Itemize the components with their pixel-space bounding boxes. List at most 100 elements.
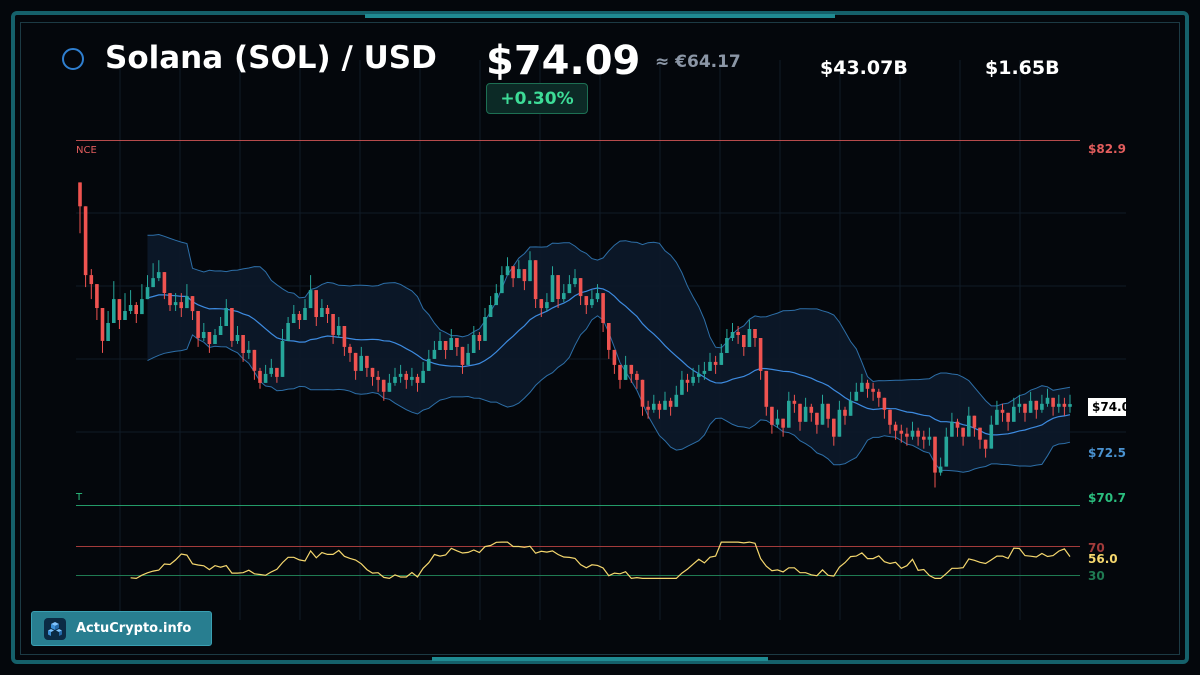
candle — [500, 266, 504, 294]
candle-body — [668, 400, 673, 407]
candle-body — [117, 299, 122, 320]
candle-body — [629, 364, 634, 374]
candle-body — [601, 293, 605, 323]
candle-body — [500, 275, 504, 294]
candle-body — [455, 338, 459, 347]
candle-body — [353, 352, 358, 371]
candle-body — [308, 290, 313, 309]
rsi-value: 56.0 — [1088, 552, 1118, 566]
candle-body — [539, 299, 544, 309]
candle-body — [646, 406, 650, 410]
candle — [725, 329, 729, 353]
candle-body — [775, 418, 780, 425]
candle — [196, 311, 200, 347]
candle-body — [725, 338, 729, 353]
candle-body — [702, 370, 707, 374]
candle-body — [207, 332, 212, 344]
candle-body — [888, 409, 892, 425]
candle-body — [770, 406, 774, 425]
candle-body — [899, 430, 904, 434]
candle-body — [595, 293, 600, 300]
candle-body — [747, 329, 752, 347]
candle — [123, 293, 127, 320]
candle-body — [370, 367, 375, 377]
candle-body — [488, 305, 493, 317]
candle-body — [635, 373, 639, 380]
candle-body — [848, 400, 853, 416]
candle-body — [95, 284, 99, 308]
candle-body — [843, 409, 847, 416]
candle-body — [1023, 403, 1027, 413]
candle-body — [545, 302, 549, 309]
candle — [112, 281, 116, 323]
candle-body — [691, 376, 695, 383]
candle-body — [483, 317, 487, 341]
candle-body — [882, 397, 887, 410]
candle-body — [556, 275, 560, 299]
candle-body — [573, 278, 577, 285]
candle-body — [201, 332, 206, 338]
candle-body — [652, 403, 656, 410]
candle-body — [291, 314, 296, 323]
candle-body — [179, 302, 183, 309]
candle-body — [528, 260, 532, 282]
candle-body — [387, 382, 392, 392]
candle-body — [798, 403, 802, 422]
candle-body — [820, 403, 825, 425]
candle-body — [415, 376, 420, 383]
candle-body — [1006, 412, 1010, 422]
candle-body — [809, 406, 814, 413]
candle-body — [640, 379, 645, 407]
candle-body — [618, 364, 622, 380]
candle-body — [713, 361, 718, 365]
candle-body — [123, 311, 127, 320]
cubes-icon — [44, 617, 66, 640]
candle-body — [567, 284, 572, 294]
candle-body — [933, 436, 937, 473]
candle-body — [978, 427, 982, 440]
candle-body — [944, 436, 949, 467]
candle-body — [494, 293, 498, 306]
brand-name: ActuCrypto.info — [76, 621, 192, 636]
candle-body — [156, 272, 161, 279]
candle-body — [623, 364, 628, 380]
candle-body — [1000, 409, 1005, 413]
candle — [640, 379, 645, 416]
candle-body — [697, 373, 701, 377]
candle — [618, 364, 622, 389]
current-price: $74.09 — [486, 38, 641, 84]
candle — [601, 293, 605, 332]
candle-body — [258, 370, 262, 383]
candle-body — [432, 349, 437, 359]
candle-body — [753, 329, 757, 338]
candle — [258, 367, 262, 389]
candle-body — [607, 323, 611, 350]
candle-body — [224, 308, 228, 326]
candle-body — [466, 352, 470, 365]
candle-body — [404, 373, 408, 380]
candle-body — [590, 299, 594, 306]
candle-body — [893, 424, 898, 431]
candle-body — [246, 349, 251, 353]
candle-body — [708, 361, 712, 371]
candle-body — [758, 338, 763, 371]
candle-body — [145, 287, 150, 300]
candle-body — [443, 341, 448, 350]
candle — [308, 275, 313, 309]
candle-body — [421, 370, 425, 383]
candle-body — [995, 409, 999, 425]
volume-24h: $1.65B — [985, 57, 1060, 79]
candle — [100, 308, 105, 353]
candle-body — [128, 305, 133, 311]
candle-body — [381, 379, 386, 392]
candle — [471, 326, 476, 353]
candle-body — [241, 335, 245, 353]
candle-body — [922, 436, 926, 440]
brand-badge[interactable]: ActuCrypto.info — [31, 611, 212, 646]
candle — [781, 418, 785, 437]
candle-body — [764, 370, 769, 407]
candle-body — [275, 367, 279, 377]
candle-body — [218, 326, 223, 335]
candle-body — [168, 293, 172, 306]
solana-coin-icon — [62, 48, 84, 70]
